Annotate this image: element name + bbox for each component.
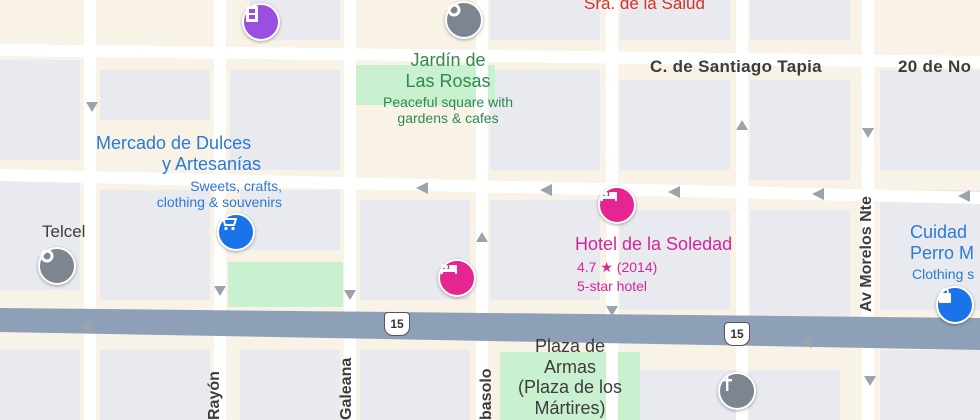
place-icon [40,249,54,263]
place-icon [447,3,461,17]
cinema-marker[interactable] [242,3,280,41]
street-label-abasolo: basolo [478,368,495,420]
poi-plaza-line1: Plaza de [534,336,606,356]
poi-cuidad-subtitle: Clothing s [912,266,975,282]
poi-mercado-title-line2: y Artesanías [162,153,262,174]
poi-jardin-subtitle: Peaceful square with gardens & cafes [362,94,534,126]
poi-label-salud[interactable]: Sra. de la Salud [584,0,705,14]
poi-cuidad-title-line1: Cuidad [910,222,968,242]
street-label-santiago-tapia: C. de Santiago Tapia [650,57,822,76]
poi-hotel-title[interactable]: Hotel de la Soledad [575,234,732,255]
church-marker[interactable] [718,372,756,410]
poi-mercado-sub-line1: Sweets, crafts, [190,178,282,194]
poi-mercado-title-line1: Mercado de Dulces [96,133,252,153]
poi-cuidad-title[interactable]: Cuidad Perro M [910,222,974,263]
highway-shield: 15 [384,312,410,336]
poi-mercado-subtitle: Sweets, crafts, clothing & souvenirs [112,178,282,210]
poi-mercado-sub-line2: clothing & souvenirs [156,194,282,211]
place-marker[interactable] [38,247,76,285]
poi-jardin-title-line1: Jardín de [410,50,486,70]
market-marker[interactable] [217,213,255,251]
street-label-20-de-no: 20 de No [898,57,972,76]
street-label-rayon: Rayón [206,371,223,420]
poi-jardin-sub-line1: Peaceful square with [383,94,513,110]
poi-jardin-title-line2: Las Rosas [405,70,491,91]
shop-marker[interactable] [936,286,974,324]
hotel-marker[interactable] [438,259,476,297]
poi-mercado-title[interactable]: Mercado de Dulces y Artesanías [96,133,261,174]
map-canvas[interactable]: 15 15 C. de Santiago Tapia 20 de No Av M… [0,0,980,420]
shopping-bag-icon [939,288,951,303]
poi-plaza-line4: Mártires) [534,398,606,419]
poi-hotel-rating: 4.7 ★ (2014) [577,259,658,275]
poi-telcel-label[interactable]: Telcel [42,222,85,242]
place-marker[interactable] [445,1,483,39]
poi-jardin-title[interactable]: Jardín de Las Rosas [378,50,518,91]
film-icon [246,6,258,22]
poi-plaza-line3: (Plaza de los [517,377,623,398]
street-label-galeana: Galeana [338,357,355,420]
hotel-marker[interactable] [598,186,636,224]
poi-hotel-type: 5-star hotel [577,278,648,294]
poi-jardin-sub-line2: gardens & cafes [397,110,499,127]
poi-cuidad-title-line2: Perro M [910,242,975,263]
bed-icon [441,264,457,274]
street-label-av-morelos: Av Morelos Nte [858,196,875,312]
church-icon [722,375,732,391]
highway-shield: 15 [724,322,750,346]
shopping-cart-icon [220,216,237,231]
poi-plaza-label[interactable]: Plaza de Armas (Plaza de los Mártires) [500,336,640,419]
bed-icon [601,191,617,201]
poi-plaza-line2: Armas [543,356,596,377]
